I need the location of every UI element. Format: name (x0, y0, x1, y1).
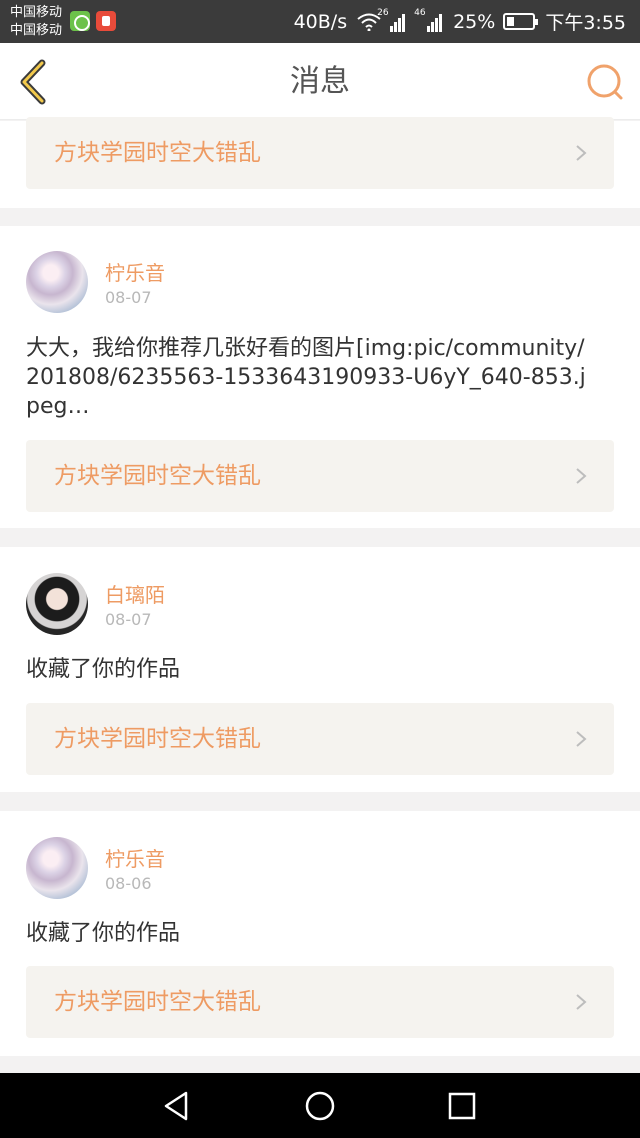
username[interactable]: 白璃陌 (105, 579, 165, 608)
message-text: 收藏了你的作品 (26, 921, 181, 946)
message-card: 柠乐音 08-07 大大，我给你推荐几张好看的图片[img:pic/commun… (0, 226, 640, 528)
circle-home-icon[interactable] (303, 1089, 337, 1123)
work-link[interactable]: 方块学园时空大错乱 (26, 966, 614, 1038)
clock: 下午3:55 (545, 12, 626, 34)
message-card: 白璃陌 08-07 收藏了你的作品 方块学园时空大错乱 (0, 547, 640, 792)
message-card: 柠乐音 08-06 收藏了你的作品 方块学园时空大错乱 (0, 811, 640, 1056)
battery-percent: 25% (453, 10, 496, 33)
chevron-right-icon (576, 994, 587, 1010)
app-header: 消息 (0, 43, 640, 120)
avatar[interactable] (26, 573, 88, 635)
username[interactable]: 柠乐音 (105, 257, 165, 286)
carrier-labels: 中国移动 中国移动 (10, 4, 62, 40)
work-title: 方块学园时空大错乱 (54, 726, 261, 752)
system-nav-bar (0, 1073, 640, 1138)
square-recents-icon[interactable] (445, 1089, 479, 1123)
username[interactable]: 柠乐音 (105, 843, 165, 872)
avatar[interactable] (26, 837, 88, 899)
net-speed: 40B/s (293, 10, 348, 33)
work-link[interactable]: 方块学园时空大错乱 (26, 117, 614, 189)
chevron-right-icon (576, 468, 587, 484)
status-bar: 中国移动 中国移动 40B/s 26 46 25% 下午3:55 (0, 0, 640, 43)
notification-app-icon (96, 11, 116, 31)
message-text: 大大，我给你推荐几张好看的图片[img:pic/community/201808… (26, 336, 586, 419)
triangle-back-icon[interactable] (160, 1089, 194, 1123)
carrier-2: 中国移动 (10, 23, 63, 38)
battery-icon (503, 13, 539, 30)
avatar[interactable] (26, 251, 88, 313)
page-title: 消息 (290, 64, 350, 99)
signal-icon: 26 (377, 8, 406, 32)
chevron-right-icon (576, 731, 587, 747)
notification-app-icon (70, 11, 90, 31)
chevron-right-icon (576, 145, 587, 161)
message-date: 08-07 (105, 610, 152, 629)
message-text: 收藏了你的作品 (26, 657, 181, 682)
work-title: 方块学园时空大错乱 (54, 140, 261, 166)
message-card: 方块学园时空大错乱 (0, 117, 640, 208)
message-date: 08-06 (105, 874, 152, 893)
search-icon[interactable] (584, 61, 626, 103)
signal-icon: 46 (414, 8, 443, 32)
carrier-1: 中国移动 (10, 5, 63, 20)
message-date: 08-07 (105, 288, 152, 307)
work-title: 方块学园时空大错乱 (54, 989, 261, 1015)
work-link[interactable]: 方块学园时空大错乱 (26, 440, 614, 512)
work-title: 方块学园时空大错乱 (54, 463, 261, 489)
work-link[interactable]: 方块学园时空大错乱 (26, 703, 614, 775)
